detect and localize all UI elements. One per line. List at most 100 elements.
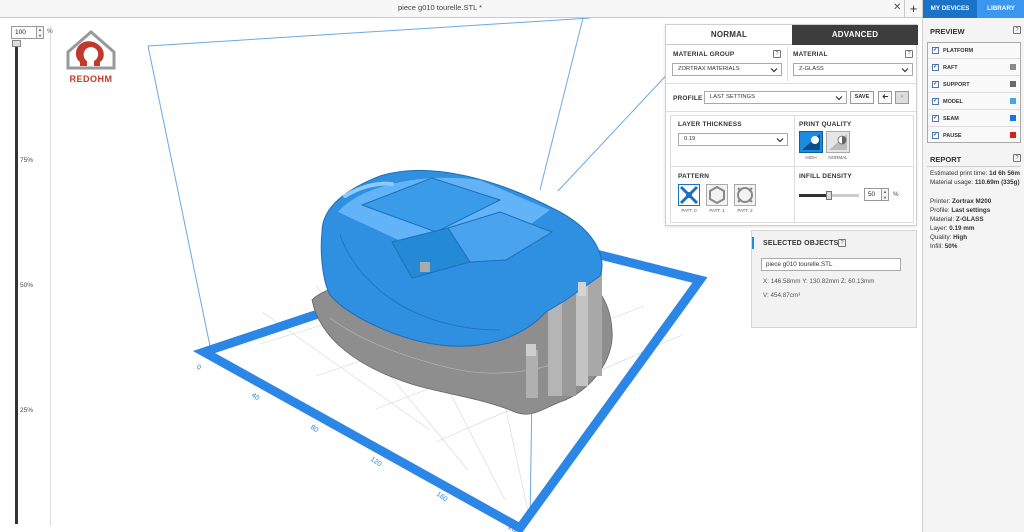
axis-label-40: 40 xyxy=(250,392,260,402)
profile-label: PROFILE xyxy=(673,95,703,102)
preview-item-pause[interactable]: ✓ PAUSE xyxy=(928,128,1020,144)
infill-slider-handle[interactable] xyxy=(826,191,832,200)
object-name-field[interactable]: piece g010 tourelle.STL xyxy=(761,258,901,271)
preview-item-raft[interactable]: ✓ RAFT xyxy=(928,60,1020,76)
preview-layer-list: ✓ PLATFORM ✓ RAFT ✓ SUPPORT ✓ MODEL ✓ SE… xyxy=(927,42,1021,143)
axis-label-160: 160 xyxy=(435,491,449,503)
report-profile: Profile: Last settings xyxy=(930,207,991,214)
save-profile-button[interactable]: SAVE xyxy=(850,91,874,104)
layer-thickness-select[interactable]: 0.19 xyxy=(678,133,788,146)
report-layer: Layer: 0.19 mm xyxy=(930,225,975,232)
new-tab-button[interactable]: + xyxy=(904,0,922,18)
quality-normal-label: NORMAL xyxy=(828,155,848,160)
material-group-help-icon[interactable]: ? xyxy=(773,50,781,58)
infill-density-label: INFILL DENSITY xyxy=(799,173,852,180)
material-group-select[interactable]: ZORTRAX MATERIALS xyxy=(672,63,782,76)
zoom-tick-75: 75% xyxy=(20,157,34,164)
infill-slider-fill xyxy=(799,194,829,197)
material-value: Z-GLASS xyxy=(799,66,824,72)
checkbox-checked-icon[interactable]: ✓ xyxy=(932,81,939,88)
material-group-label: MATERIAL GROUP xyxy=(673,51,735,58)
report-help-icon[interactable]: ? xyxy=(1013,154,1021,162)
material-select[interactable]: Z-GLASS xyxy=(793,63,913,76)
model-color-swatch xyxy=(1010,98,1016,104)
material-label: MATERIAL xyxy=(793,51,828,58)
preview-item-support[interactable]: ✓ SUPPORT xyxy=(928,77,1020,93)
report-printer: Printer: Zortrax M200 xyxy=(930,198,992,205)
axis-label-80: 80 xyxy=(309,424,319,434)
infill-stepper[interactable]: ▲ ▼ xyxy=(882,188,889,201)
preview-help-icon[interactable]: ? xyxy=(1013,26,1021,34)
tab-library[interactable]: LIBRARY xyxy=(977,0,1024,18)
file-tab-title[interactable]: piece g010 tourelle.STL * xyxy=(0,3,880,12)
tab-normal[interactable]: NORMAL xyxy=(666,25,792,45)
checkbox-checked-icon[interactable]: ✓ xyxy=(932,115,939,122)
quality-high-label: HIGH xyxy=(805,155,817,160)
report-material: Material: Z-GLASS xyxy=(930,216,984,223)
infill-input[interactable]: 50 xyxy=(864,188,882,201)
chevron-down-icon xyxy=(901,68,909,73)
pause-color-swatch xyxy=(1010,132,1016,138)
object-volume: V: 454.87cm³ xyxy=(763,292,801,299)
zoom-unit: % xyxy=(47,28,53,35)
right-sidebar: MY DEVICES LIBRARY PREVIEW ? ✓ PLATFORM … xyxy=(922,0,1024,532)
zoom-slider-handle[interactable] xyxy=(12,40,21,47)
quality-normal-icon xyxy=(829,134,847,150)
zoom-slider-panel: 100 ▲ ▼ % 75% 50% 25% xyxy=(7,26,53,526)
zoom-slider-track[interactable] xyxy=(15,44,18,524)
checkbox-checked-icon[interactable]: ✓ xyxy=(932,132,939,139)
quality-normal-button[interactable] xyxy=(826,131,850,153)
report-print-time: Estimated print time: 1d 6h 56m xyxy=(930,170,1020,177)
infill-unit: % xyxy=(893,191,899,198)
tab-my-devices[interactable]: MY DEVICES xyxy=(923,0,977,18)
pattern-2-label: PATT. 2 xyxy=(737,208,753,213)
zoom-stepper[interactable]: ▲ ▼ xyxy=(37,26,44,39)
report-heading: REPORT xyxy=(930,155,962,164)
layer-thickness-value: 0.19 xyxy=(684,136,696,142)
support-color-swatch xyxy=(1010,81,1016,87)
title-bar: piece g010 tourelle.STL * ✕ + xyxy=(0,0,922,18)
zoom-tick-25: 25% xyxy=(20,407,34,414)
checkbox-checked-icon[interactable]: ✓ xyxy=(932,47,939,54)
tab-advanced[interactable]: ADVANCED xyxy=(792,25,918,45)
object-dimensions: X: 146.58mm Y: 130.82mm Z: 60.13mm xyxy=(763,278,875,285)
pattern-label: PATTERN xyxy=(678,173,710,180)
chevron-down-icon xyxy=(776,138,784,143)
zoom-input[interactable]: 100 xyxy=(11,26,37,39)
raft-color-swatch xyxy=(1010,64,1016,70)
pattern-1-button[interactable] xyxy=(706,184,728,206)
pattern-2-button[interactable] xyxy=(734,184,756,206)
pattern-0-button[interactable] xyxy=(678,184,700,206)
preview-item-seam[interactable]: ✓ SEAM xyxy=(928,111,1020,127)
report-material-usage: Material usage: 110.69m (335g) xyxy=(930,179,1020,186)
close-tab-button[interactable]: ✕ xyxy=(893,2,901,13)
redohm-logo: REDOHM xyxy=(66,30,116,84)
preview-item-platform[interactable]: ✓ PLATFORM xyxy=(928,43,1020,59)
preview-item-model[interactable]: ✓ MODEL xyxy=(928,94,1020,110)
profile-select[interactable]: LAST SETTINGS xyxy=(704,91,847,104)
pattern-0-icon xyxy=(679,185,699,205)
pattern-2-icon xyxy=(737,187,753,203)
material-group-value: ZORTRAX MATERIALS xyxy=(678,66,740,72)
layer-thickness-label: LAYER THICKNESS xyxy=(678,121,742,128)
profile-value: LAST SETTINGS xyxy=(710,94,755,100)
logo-text: REDOHM xyxy=(70,74,113,84)
report-infill: Infill: 50% xyxy=(930,243,958,250)
selected-objects-help-icon[interactable]: ? xyxy=(838,239,846,247)
undo-button[interactable] xyxy=(878,91,892,104)
chevron-down-icon xyxy=(835,96,843,101)
axis-label-120: 120 xyxy=(369,456,383,468)
material-help-icon[interactable]: ? xyxy=(905,50,913,58)
seam-color-swatch xyxy=(1010,115,1016,121)
checkbox-checked-icon[interactable]: ✓ xyxy=(932,98,939,105)
print-quality-label: PRINT QUALITY xyxy=(799,121,852,128)
quality-high-button[interactable] xyxy=(799,131,823,153)
axis-label-0: 0 xyxy=(195,364,202,372)
pattern-1-icon xyxy=(709,185,725,205)
print-settings-panel: NORMAL ADVANCED MATERIAL GROUP ? MATERIA… xyxy=(665,24,918,226)
checkbox-checked-icon[interactable]: ✓ xyxy=(932,64,939,71)
preview-heading: PREVIEW xyxy=(930,27,965,36)
pattern-0-label: PATT. 0 xyxy=(681,208,697,213)
delete-profile-button[interactable]: × xyxy=(895,91,909,104)
quality-high-icon xyxy=(802,134,820,150)
